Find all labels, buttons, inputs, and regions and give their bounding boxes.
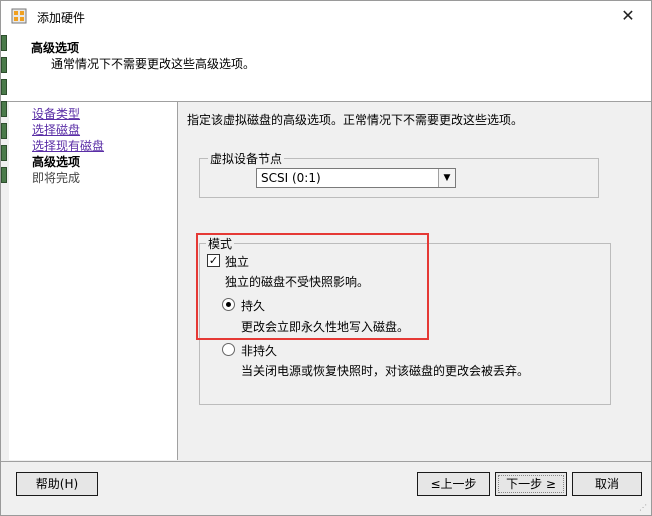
step-ready-to-complete: 即将完成 (32, 171, 81, 185)
app-icon (11, 8, 27, 24)
chevron-down-icon[interactable]: ▼ (438, 169, 455, 187)
device-node-legend: 虚拟设备节点 (208, 150, 285, 167)
help-button-label: 帮助(H) (35, 477, 79, 491)
nonpersistent-label[interactable]: 非持久 (241, 342, 277, 359)
background-window-edge (1, 35, 7, 185)
intro-text: 指定该虚拟磁盘的高级选项。正常情况下不需要更改这些选项。 (187, 113, 524, 127)
title-bar: 添加硬件 ✕ (1, 1, 651, 31)
device-node-value: SCSI (0:1) (261, 171, 321, 185)
close-icon[interactable]: ✕ (605, 1, 651, 31)
step-advanced-options: 高级选项 (32, 155, 81, 169)
cancel-button[interactable]: 取消 (572, 472, 642, 496)
device-node-select[interactable]: SCSI (0:1) ▼ (256, 168, 456, 188)
back-button-label: ≤上一步 (430, 477, 477, 491)
resize-grip-icon[interactable]: ⋰ (639, 503, 649, 513)
step-select-existing-disk[interactable]: 选择现有磁盘 (32, 138, 104, 154)
highlight-annotation-box (196, 233, 429, 340)
add-hardware-dialog: 添加硬件 ✕ 高级选项 通常情况下不需要更改这些高级选项。 设备类型 选择磁盘 … (0, 0, 652, 516)
footer-divider (1, 461, 651, 462)
nonpersistent-radio[interactable] (222, 343, 235, 356)
next-button[interactable]: 下一步 ≥ (495, 472, 567, 496)
help-button[interactable]: 帮助(H) (16, 472, 98, 496)
cancel-button-label: 取消 (594, 477, 619, 491)
step-device-type[interactable]: 设备类型 (32, 106, 80, 122)
step-select-disk[interactable]: 选择磁盘 (32, 122, 80, 138)
page-title: 高级选项 (31, 41, 80, 55)
nonpersistent-description: 当关闭电源或恢复快照时，对该磁盘的更改会被丢弃。 (241, 364, 530, 378)
window-title: 添加硬件 (37, 11, 86, 25)
page-subtitle: 通常情况下不需要更改这些高级选项。 (51, 57, 256, 71)
wizard-header: 高级选项 通常情况下不需要更改这些高级选项。 (1, 31, 651, 102)
wizard-steps-panel: 设备类型 选择磁盘 选择现有磁盘 高级选项 即将完成 (9, 102, 178, 460)
back-button[interactable]: ≤上一步 (417, 472, 490, 496)
next-button-label: 下一步 ≥ (506, 477, 556, 491)
